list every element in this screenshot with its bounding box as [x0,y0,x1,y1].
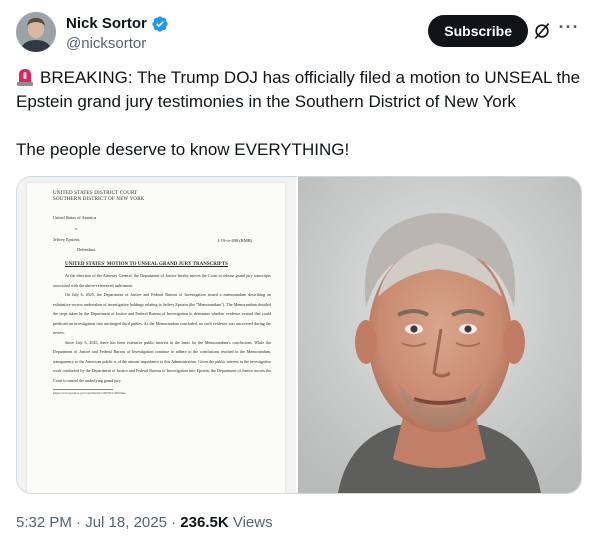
rotating-light-icon [17,69,33,86]
tweet-line-breaking: BREAKING: The Trump DOJ has officially f… [16,66,582,114]
doc-paragraph-3: Since July 6, 2025, there has been exten… [53,339,271,383]
court-document: UNITED STATES DISTRICT COURT SOUTHERN DI… [27,183,285,493]
tweet-time[interactable]: 5:32 PM [16,514,72,531]
media-grid: UNITED STATES DISTRICT COURT SOUTHERN DI… [16,176,582,494]
more-dots-icon[interactable]: ··· [558,18,580,42]
doc-case-number: 1:19-cr-490 (RMB) [217,238,253,243]
doc-versus: v. [75,226,78,231]
doc-court-line2: SOUTHERN DISTRICT OF NEW YORK [53,197,145,202]
avatar-image [16,12,56,52]
doc-footnote: https://www.justice.gov/opa/media/140700… [53,391,126,395]
author-names: Nick Sortor @nicksortor [66,14,169,54]
subscribe-button[interactable]: Subscribe [428,15,528,47]
grok-slash-icon[interactable] [532,21,552,41]
doc-heading: UNITED STATES' MOTION TO UNSEAL GRAND JU… [65,262,228,267]
footer-separator-1: · [71,514,86,531]
tweet-header: Nick Sortor @nicksortor Subscribe ··· [16,12,582,56]
footer-separator-2: · [166,514,181,531]
doc-paragraph-2: On July 6, 2025, the Department of Justi… [53,292,271,335]
portrait-image[interactable] [298,177,581,493]
doc-paragraph-1: At the direction of the Attorney General… [53,273,271,288]
doc-footnote-rule [53,389,113,390]
doc-party1: United States of America [53,215,97,220]
doc-party2-role: Defendant. [77,247,96,252]
views-count[interactable]: 236.5K [180,514,228,531]
tweet-text: BREAKING: The Trump DOJ has officially f… [16,66,582,162]
author-handle[interactable]: @nicksortor [66,34,169,54]
document-image[interactable]: UNITED STATES DISTRICT COURT SOUTHERN DI… [17,177,296,493]
portrait-photo [298,177,581,493]
avatar[interactable] [16,12,56,52]
author-display-name[interactable]: Nick Sortor [66,14,147,33]
tweet-text-line1: BREAKING: The Trump DOJ has officially f… [16,68,581,111]
views-label: Views [228,514,273,531]
tweet-footer: 5:32 PM · Jul 18, 2025 · 236.5K Views [16,513,273,533]
tweet-text-line2: The people deserve to know EVERYTHING! [16,140,350,159]
tweet-date[interactable]: Jul 18, 2025 [85,514,167,531]
verified-badge-icon [152,15,168,32]
author-name-row[interactable]: Nick Sortor [66,14,169,33]
